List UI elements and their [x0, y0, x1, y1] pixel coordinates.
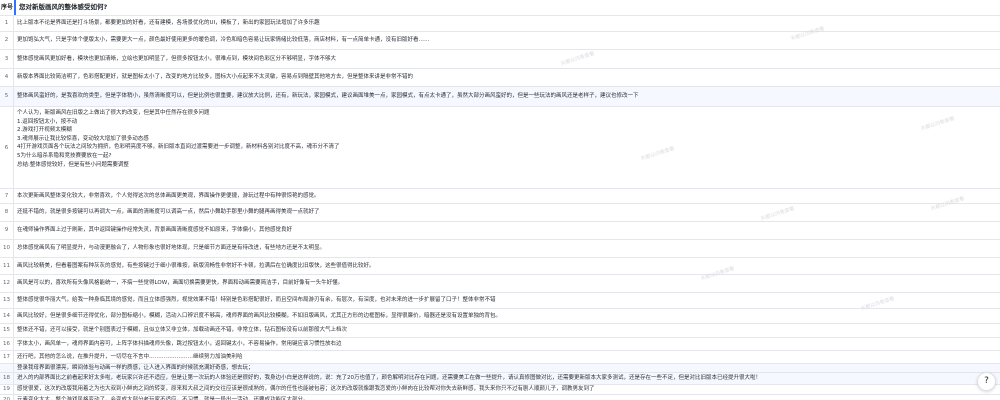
row-number: 16: [0, 338, 14, 350]
response-text: 比上版本不论是界面还是打斗场景，都要更加的好看，还有建模，各场景优化的UI，模板…: [17, 20, 320, 26]
help-button[interactable]: ?: [977, 372, 996, 391]
row-number: 11: [0, 258, 14, 274]
row-number: 15: [0, 324, 14, 337]
row-number: 8: [0, 204, 14, 221]
response-text: 总体感觉画风有了明显提升，与动漫更融合了，人物形象也很好地体现，只是细节方面还是…: [17, 245, 326, 251]
response-text: 元素变化太大，整个游戏风格变动了，会变成大部分老玩家不适应，不习惯，就是一段出一…: [17, 397, 309, 400]
table-row[interactable]: 10 总体感觉画风有了明显提升，与动漫更融合了，人物形象也很好地体现，只是细节方面…: [0, 240, 1000, 258]
table-row[interactable]: 16 字体太小，画风单一，魂师界面内容可，上阵字体抖描魂师头像，跳过按钮太小，返回…: [0, 338, 1000, 351]
survey-response-table: 序号 您对新版画风的整体感受如何? 1 比上版本不论是界面还是打斗场景，都要更加的…: [0, 0, 1000, 400]
row-number: 12: [0, 275, 14, 292]
table-row[interactable]: 14 画风比较好，但是很多细节还得优化，部分图标缩小，模糊，活动入口辨识度不够高，…: [0, 309, 1000, 324]
table-row[interactable]: 登录我母界面很漂亮，瞬间体验与动画一样的质感，让人进入界面的时候就充满好奇感，想…: [0, 364, 1000, 373]
row-number: 19: [0, 385, 14, 394]
table-row[interactable]: 6 个人认为，新版画风在旧版之上做出了很大的改变，但是其中任然存在很多问题 1.返…: [0, 107, 1000, 189]
table-row[interactable]: 11 画风比较精美，但看着图案有种灰灰的感觉，有些按键过于细小很难按，新版流畅性非…: [0, 258, 1000, 275]
response-text: 画风比较精美，但看着图案有种灰灰的感觉，有些按键过于细小很难按，新版流畅性非常好…: [17, 263, 375, 269]
table-row[interactable]: 5 整体画风蛮好的，是我喜欢的类型，但是字体稍小，虽然清晰度可以，但是比例也很重要…: [0, 87, 1000, 107]
row-number: 13: [0, 293, 14, 308]
row-number: 1: [0, 15, 14, 31]
response-text: 个人认为，新版画风在旧版之上做出了很大的改变，但是其中任然存在很多问题 1.返回…: [17, 110, 340, 168]
row-number: 5: [0, 87, 14, 106]
question-icon: ?: [984, 376, 989, 386]
response-text: 在魂师操作界面上过于刷新，其中返回键操作经常失灵，背景画面清晰度感觉不如原来，字…: [17, 227, 293, 233]
table-row[interactable]: 15 整体还不错，还可以接受，就是个别图表过于模糊，且似立体又非立体，加载动画还不…: [0, 324, 1000, 338]
response-text: 还行吧，其他的怎么说，在推升提升，一切尽在不言中……………………继续努力加油美利…: [17, 354, 243, 360]
response-text: 字体太小，画风单一，魂师界面内容可，上阵字体抖描魂师头像，跳过按钮太小，返回键太…: [17, 341, 342, 347]
table-row[interactable]: 4 新版本界面比较简洁明了，色彩搭配更好，就是图标太小了，改变的地方比较多，图标大…: [0, 69, 1000, 87]
table-row[interactable]: 19 感觉很爱，这次的改版我用着之为也大叔到小鲜肉之间的转变，原来和大叔之间的交往…: [0, 385, 1000, 395]
response-text: 整体感觉很华丽大气，给我一种身临其境的感觉，而且立体感强烈，视觉效果不错！特别是…: [17, 297, 496, 303]
row-number: 7: [0, 189, 14, 203]
response-text: 画风是可以的，喜欢所有头像风格能统一，不搞一些觉得LOW，画面切换需要更快，界面…: [17, 280, 344, 286]
response-text: 感觉很爱，这次的改版我用着之为也大叔到小鲜肉之间的转变，原来和大叔之间的交往应该…: [17, 386, 595, 392]
table-row[interactable]: 2 更加饱弘大气，只是字体个便版太小，需要更大一点，颜色最好使用更多的暖色调，冷色…: [0, 32, 1000, 50]
table-row[interactable]: 9 在魂师操作界面上过于刷新，其中返回键操作经常失灵，背景画面清晰度感觉不如原来，…: [0, 222, 1000, 240]
table-row[interactable]: 8 还挺不错的，就是很多按键可以再调大一点，画面的清晰度可以调高一点，然后小舞助手…: [0, 204, 1000, 222]
table-row[interactable]: 18 进入的内部界面比之前看起来好太多啦，老玩家兴许还不适应，但是让第一次玩的人体…: [0, 373, 1000, 385]
table-header: 序号 您对新版画风的整体感受如何?: [0, 0, 1000, 16]
row-number: 3: [0, 50, 14, 68]
table-row[interactable]: 3 整体感觉画风更加好看，模块也更加清晰，立绘也更加明显了，但很多按钮太小，很难点…: [0, 50, 1000, 69]
row-number: 6: [0, 107, 14, 188]
row-number: [0, 364, 14, 372]
response-text: 进入的内部界面比之前看起来好太多啦，老玩家兴许还不适应，但是让第一次玩的人体验还…: [17, 375, 762, 381]
response-text: 整体画风蛮好的，是我喜欢的类型，但是字体稍小，虽然清晰度可以，但是比例也很重要，…: [17, 93, 639, 99]
table-row[interactable]: 1 比上版本不论是界面还是打斗场景，都要更加的好看，还有建模，各场景优化的UI，模…: [0, 15, 1000, 32]
response-text: 画风比较好，但是很多细节还得优化，部分图标缩小，模糊，活动入口辨识度不够高，魂师…: [17, 313, 502, 319]
response-text: 更加饱弘大气，只是字体个便版太小，需要更大一点，颜色最好使用更多的暖色调，冷色和…: [17, 37, 430, 43]
table-row[interactable]: 13 整体感觉很华丽大气，给我一种身临其境的感觉，而且立体感强烈，视觉效果不错！特…: [0, 293, 1000, 309]
response-text: 还挺不错的，就是很多按键可以再调大一点，画面的清晰度可以调高一点，然后小舞助手那…: [17, 209, 320, 215]
table-row[interactable]: 17 还行吧，其他的怎么说，在推升提升，一切尽在不言中……………………继续努力加油…: [0, 351, 1000, 364]
table-row[interactable]: 12 画风是可以的，喜欢所有头像风格能统一，不搞一些觉得LOW，画面切换需要更快，…: [0, 275, 1000, 293]
row-number: 17: [0, 351, 14, 363]
response-text: 新版本界面比较简洁明了，色彩搭配更好，就是图标太小了，改变的地方比较多，图标大小…: [17, 74, 414, 80]
response-text: 整体感觉画风更加好看，模块也更加清晰，立绘也更加明显了，但很多按钮太小，很难点到…: [17, 56, 337, 62]
row-number: 9: [0, 222, 14, 239]
row-number: 20: [0, 395, 14, 400]
response-text: 本次更新画风整体变化较大，非常喜欢，个人觉得这次的总体画面更美观，界面操作更便捷…: [17, 193, 320, 199]
row-number: 10: [0, 240, 14, 257]
row-number: 4: [0, 69, 14, 86]
response-text: 登录我母界面很漂亮，瞬间体验与动画一样的质感，让人进入界面的时候就充满好奇感，想…: [17, 365, 254, 371]
row-number: 14: [0, 309, 14, 323]
row-number: 18: [0, 373, 14, 384]
table-row[interactable]: 7 本次更新画风整体变化较大，非常喜欢，个人觉得这次的总体画面更美观，界面操作更便…: [0, 189, 1000, 204]
column-header-number[interactable]: 序号: [0, 0, 15, 15]
response-text: 整体还不错，还可以接受，就是个别图表过于模糊，且似立体又非立体，加载动画还不错，…: [17, 327, 348, 333]
column-header-question[interactable]: 您对新版画风的整体感受如何?: [14, 0, 1000, 15]
table-row[interactable]: 20 元素变化太大，整个游戏风格变动了，会变成大部分老玩家不适应，不习惯，就是一段…: [0, 395, 1000, 400]
row-number: 2: [0, 32, 14, 49]
